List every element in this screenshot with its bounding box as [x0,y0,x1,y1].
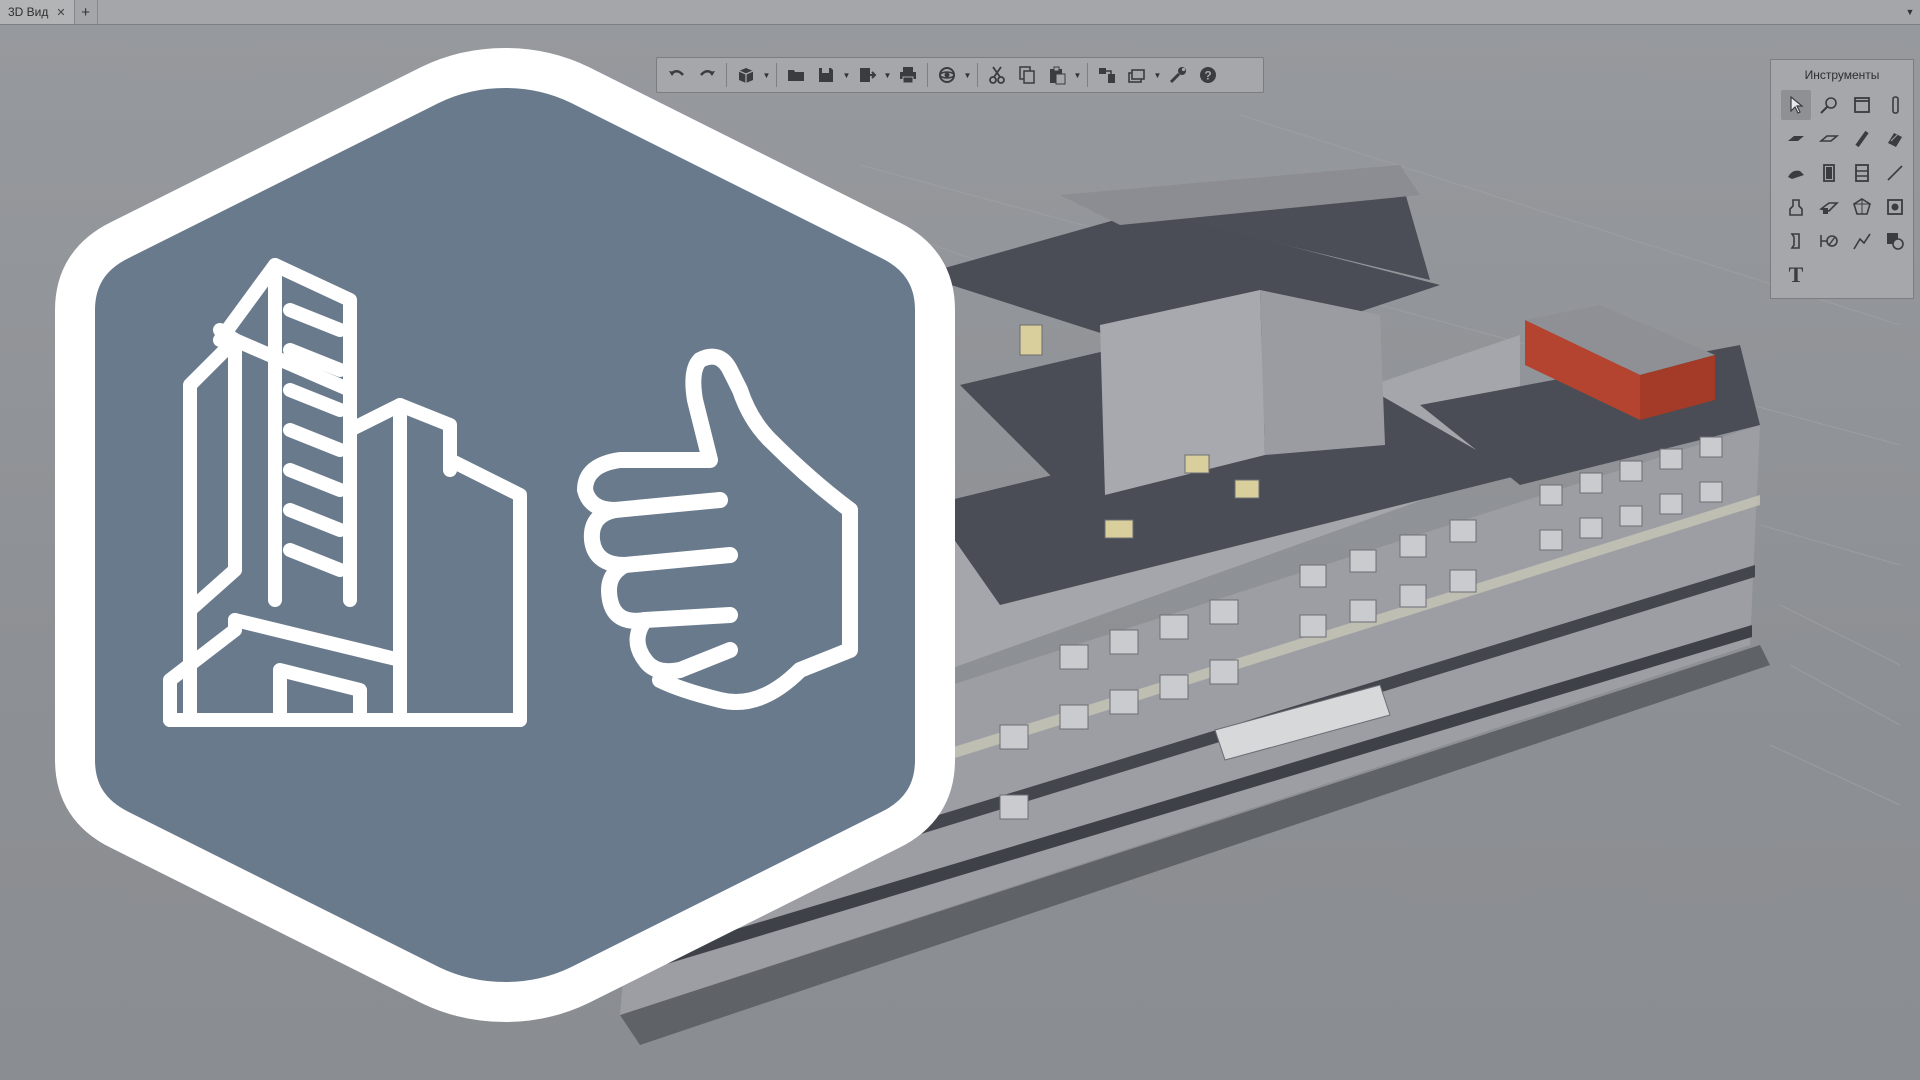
door-tool-icon[interactable] [1814,158,1844,188]
help-icon[interactable]: ? [1194,61,1222,89]
chevron-down-icon[interactable]: ▼ [1900,0,1920,24]
text-tool-glyph: T [1788,262,1804,287]
tab-label: 3D Вид [8,5,49,19]
fill-tool-icon[interactable] [1880,226,1910,256]
align-icon[interactable] [1093,61,1121,89]
chevron-down-icon[interactable]: ▼ [1073,71,1082,80]
opening-tool-icon[interactable] [1781,226,1811,256]
svg-text:?: ? [1204,69,1211,83]
wall-tool-icon[interactable] [1814,90,1844,120]
slab-tool-icon[interactable] [1781,124,1811,154]
morph-tool-icon[interactable] [1847,192,1877,222]
window-tool-icon[interactable] [1847,90,1877,120]
layers-icon[interactable] [1123,61,1151,89]
railing-tool-icon[interactable] [1814,192,1844,222]
tools-palette: Инструменты T [1770,59,1914,299]
dimension-tool-icon[interactable] [1814,226,1844,256]
tab-3d-view[interactable]: 3D Вид ✕ [0,0,75,24]
object-tool-icon[interactable] [1781,192,1811,222]
paste-icon[interactable] [1043,61,1071,89]
plus-icon[interactable]: + [75,0,98,24]
hexagon-badge [55,48,955,1022]
curtain-wall-icon[interactable] [1847,158,1877,188]
settings-wrench-icon[interactable] [1164,61,1192,89]
palette-title: Инструменты [1804,68,1880,82]
zone-tool-icon[interactable] [1880,192,1910,222]
column-tool-icon[interactable] [1880,90,1910,120]
building-approval-logo [55,48,955,1022]
beam-tool-icon[interactable] [1847,124,1877,154]
line-tool-icon[interactable] [1880,158,1910,188]
shell-tool-icon[interactable] [1781,158,1811,188]
copy-icon[interactable] [1013,61,1041,89]
roof-tool-icon[interactable] [1814,124,1844,154]
cut-icon[interactable] [983,61,1011,89]
close-icon[interactable]: ✕ [56,6,65,19]
toolbar-separator [977,63,978,87]
select-cursor-icon[interactable] [1781,90,1811,120]
chevron-down-icon[interactable]: ▼ [1153,71,1162,80]
tab-bar: 3D Вид ✕ + ▼ [0,0,1920,25]
stair-tool-icon[interactable] [1880,124,1910,154]
toolbar-separator [1087,63,1088,87]
polyline-tool-icon[interactable] [1847,226,1877,256]
text-tool-icon[interactable]: T [1781,260,1811,290]
